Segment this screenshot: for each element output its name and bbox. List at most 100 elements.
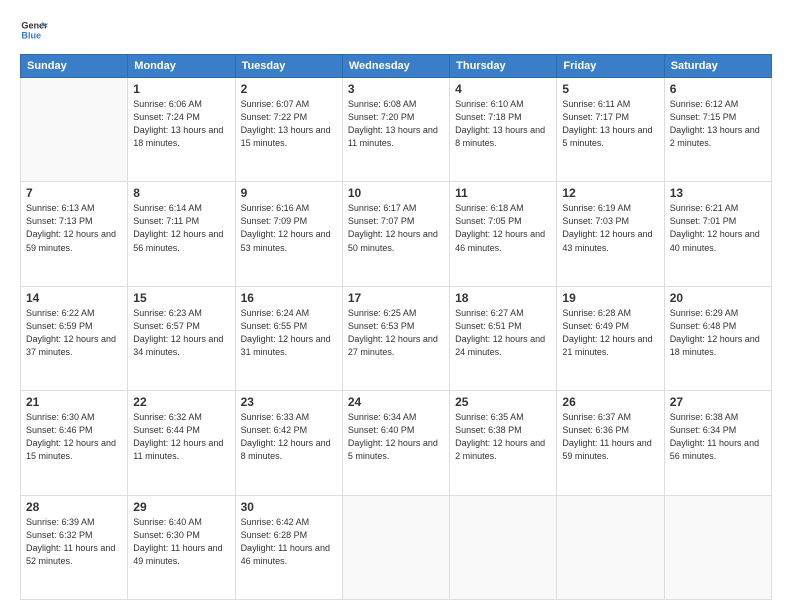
day-number: 5 <box>562 82 658 96</box>
calendar-cell: 3 Sunrise: 6:08 AMSunset: 7:20 PMDaylight… <box>342 78 449 182</box>
day-number: 15 <box>133 291 229 305</box>
calendar-cell: 8 Sunrise: 6:14 AMSunset: 7:11 PMDaylight… <box>128 182 235 286</box>
day-info: Sunrise: 6:10 AMSunset: 7:18 PMDaylight:… <box>455 98 551 150</box>
day-number: 9 <box>241 186 337 200</box>
day-number: 30 <box>241 500 337 514</box>
day-number: 7 <box>26 186 122 200</box>
day-info: Sunrise: 6:12 AMSunset: 7:15 PMDaylight:… <box>670 98 766 150</box>
calendar-cell: 29 Sunrise: 6:40 AMSunset: 6:30 PMDayligh… <box>128 495 235 599</box>
calendar-cell <box>342 495 449 599</box>
day-info: Sunrise: 6:39 AMSunset: 6:32 PMDaylight:… <box>26 516 122 568</box>
day-info: Sunrise: 6:16 AMSunset: 7:09 PMDaylight:… <box>241 202 337 254</box>
day-info: Sunrise: 6:25 AMSunset: 6:53 PMDaylight:… <box>348 307 444 359</box>
calendar-cell: 1 Sunrise: 6:06 AMSunset: 7:24 PMDaylight… <box>128 78 235 182</box>
day-info: Sunrise: 6:08 AMSunset: 7:20 PMDaylight:… <box>348 98 444 150</box>
calendar-cell: 12 Sunrise: 6:19 AMSunset: 7:03 PMDayligh… <box>557 182 664 286</box>
day-info: Sunrise: 6:18 AMSunset: 7:05 PMDaylight:… <box>455 202 551 254</box>
calendar-cell: 27 Sunrise: 6:38 AMSunset: 6:34 PMDayligh… <box>664 391 771 495</box>
calendar-cell: 5 Sunrise: 6:11 AMSunset: 7:17 PMDaylight… <box>557 78 664 182</box>
day-info: Sunrise: 6:37 AMSunset: 6:36 PMDaylight:… <box>562 411 658 463</box>
calendar-cell: 9 Sunrise: 6:16 AMSunset: 7:09 PMDaylight… <box>235 182 342 286</box>
calendar-cell: 22 Sunrise: 6:32 AMSunset: 6:44 PMDayligh… <box>128 391 235 495</box>
day-header-wednesday: Wednesday <box>342 55 449 78</box>
day-number: 29 <box>133 500 229 514</box>
calendar-cell: 26 Sunrise: 6:37 AMSunset: 6:36 PMDayligh… <box>557 391 664 495</box>
header: General Blue <box>20 16 772 44</box>
calendar-cell: 4Sunrise: 6:10 AMSunset: 7:18 PMDaylight… <box>450 78 557 182</box>
day-number: 11 <box>455 186 551 200</box>
day-info: Sunrise: 6:28 AMSunset: 6:49 PMDaylight:… <box>562 307 658 359</box>
day-number: 3 <box>348 82 444 96</box>
day-info: Sunrise: 6:14 AMSunset: 7:11 PMDaylight:… <box>133 202 229 254</box>
calendar-cell: 18Sunrise: 6:27 AMSunset: 6:51 PMDayligh… <box>450 286 557 390</box>
logo: General Blue <box>20 16 52 44</box>
day-header-monday: Monday <box>128 55 235 78</box>
day-info: Sunrise: 6:06 AMSunset: 7:24 PMDaylight:… <box>133 98 229 150</box>
day-number: 10 <box>348 186 444 200</box>
day-info: Sunrise: 6:22 AMSunset: 6:59 PMDaylight:… <box>26 307 122 359</box>
day-number: 6 <box>670 82 766 96</box>
day-header-saturday: Saturday <box>664 55 771 78</box>
calendar-cell: 16 Sunrise: 6:24 AMSunset: 6:55 PMDayligh… <box>235 286 342 390</box>
day-info: Sunrise: 6:24 AMSunset: 6:55 PMDaylight:… <box>241 307 337 359</box>
logo-icon: General Blue <box>20 16 48 44</box>
page: General Blue SundayMondayTuesdayWednesda… <box>0 0 792 612</box>
day-number: 21 <box>26 395 122 409</box>
day-number: 19 <box>562 291 658 305</box>
day-number: 26 <box>562 395 658 409</box>
calendar-cell: 7 Sunrise: 6:13 AMSunset: 7:13 PMDaylight… <box>21 182 128 286</box>
calendar-cell <box>450 495 557 599</box>
calendar-cell: 23Sunrise: 6:33 AMSunset: 6:42 PMDayligh… <box>235 391 342 495</box>
day-info: Sunrise: 6:35 AMSunset: 6:38 PMDaylight:… <box>455 411 551 463</box>
day-header-sunday: Sunday <box>21 55 128 78</box>
day-header-thursday: Thursday <box>450 55 557 78</box>
calendar-cell: 25 Sunrise: 6:35 AMSunset: 6:38 PMDayligh… <box>450 391 557 495</box>
day-info: Sunrise: 6:19 AMSunset: 7:03 PMDaylight:… <box>562 202 658 254</box>
day-number: 12 <box>562 186 658 200</box>
calendar-cell: 20 Sunrise: 6:29 AMSunset: 6:48 PMDayligh… <box>664 286 771 390</box>
calendar-cell: 24Sunrise: 6:34 AMSunset: 6:40 PMDayligh… <box>342 391 449 495</box>
day-info: Sunrise: 6:17 AMSunset: 7:07 PMDaylight:… <box>348 202 444 254</box>
day-number: 17 <box>348 291 444 305</box>
day-info: Sunrise: 6:42 AMSunset: 6:28 PMDaylight:… <box>241 516 337 568</box>
calendar-cell: 13Sunrise: 6:21 AMSunset: 7:01 PMDayligh… <box>664 182 771 286</box>
day-info: Sunrise: 6:11 AMSunset: 7:17 PMDaylight:… <box>562 98 658 150</box>
day-info: Sunrise: 6:32 AMSunset: 6:44 PMDaylight:… <box>133 411 229 463</box>
day-header-tuesday: Tuesday <box>235 55 342 78</box>
calendar-cell: 21 Sunrise: 6:30 AMSunset: 6:46 PMDayligh… <box>21 391 128 495</box>
day-number: 16 <box>241 291 337 305</box>
calendar-cell <box>557 495 664 599</box>
day-info: Sunrise: 6:29 AMSunset: 6:48 PMDaylight:… <box>670 307 766 359</box>
day-number: 25 <box>455 395 551 409</box>
day-info: Sunrise: 6:30 AMSunset: 6:46 PMDaylight:… <box>26 411 122 463</box>
day-number: 24 <box>348 395 444 409</box>
day-info: Sunrise: 6:21 AMSunset: 7:01 PMDaylight:… <box>670 202 766 254</box>
calendar-cell <box>664 495 771 599</box>
day-number: 22 <box>133 395 229 409</box>
day-number: 14 <box>26 291 122 305</box>
day-header-friday: Friday <box>557 55 664 78</box>
calendar-cell: 14 Sunrise: 6:22 AMSunset: 6:59 PMDayligh… <box>21 286 128 390</box>
calendar-cell: 10 Sunrise: 6:17 AMSunset: 7:07 PMDayligh… <box>342 182 449 286</box>
day-number: 1 <box>133 82 229 96</box>
calendar-cell: 30 Sunrise: 6:42 AMSunset: 6:28 PMDayligh… <box>235 495 342 599</box>
day-number: 8 <box>133 186 229 200</box>
calendar-cell: 28 Sunrise: 6:39 AMSunset: 6:32 PMDayligh… <box>21 495 128 599</box>
day-number: 18 <box>455 291 551 305</box>
day-info: Sunrise: 6:07 AMSunset: 7:22 PMDaylight:… <box>241 98 337 150</box>
day-info: Sunrise: 6:38 AMSunset: 6:34 PMDaylight:… <box>670 411 766 463</box>
day-info: Sunrise: 6:40 AMSunset: 6:30 PMDaylight:… <box>133 516 229 568</box>
calendar-cell: 11 Sunrise: 6:18 AMSunset: 7:05 PMDayligh… <box>450 182 557 286</box>
calendar-cell: 15 Sunrise: 6:23 AMSunset: 6:57 PMDayligh… <box>128 286 235 390</box>
day-info: Sunrise: 6:23 AMSunset: 6:57 PMDaylight:… <box>133 307 229 359</box>
calendar-cell: 6 Sunrise: 6:12 AMSunset: 7:15 PMDaylight… <box>664 78 771 182</box>
calendar-table: SundayMondayTuesdayWednesdayThursdayFrid… <box>20 54 772 600</box>
calendar-cell <box>21 78 128 182</box>
day-number: 20 <box>670 291 766 305</box>
day-info: Sunrise: 6:13 AMSunset: 7:13 PMDaylight:… <box>26 202 122 254</box>
svg-text:Blue: Blue <box>21 30 41 40</box>
calendar-cell: 17 Sunrise: 6:25 AMSunset: 6:53 PMDayligh… <box>342 286 449 390</box>
day-number: 28 <box>26 500 122 514</box>
calendar-cell: 2Sunrise: 6:07 AMSunset: 7:22 PMDaylight… <box>235 78 342 182</box>
day-number: 27 <box>670 395 766 409</box>
